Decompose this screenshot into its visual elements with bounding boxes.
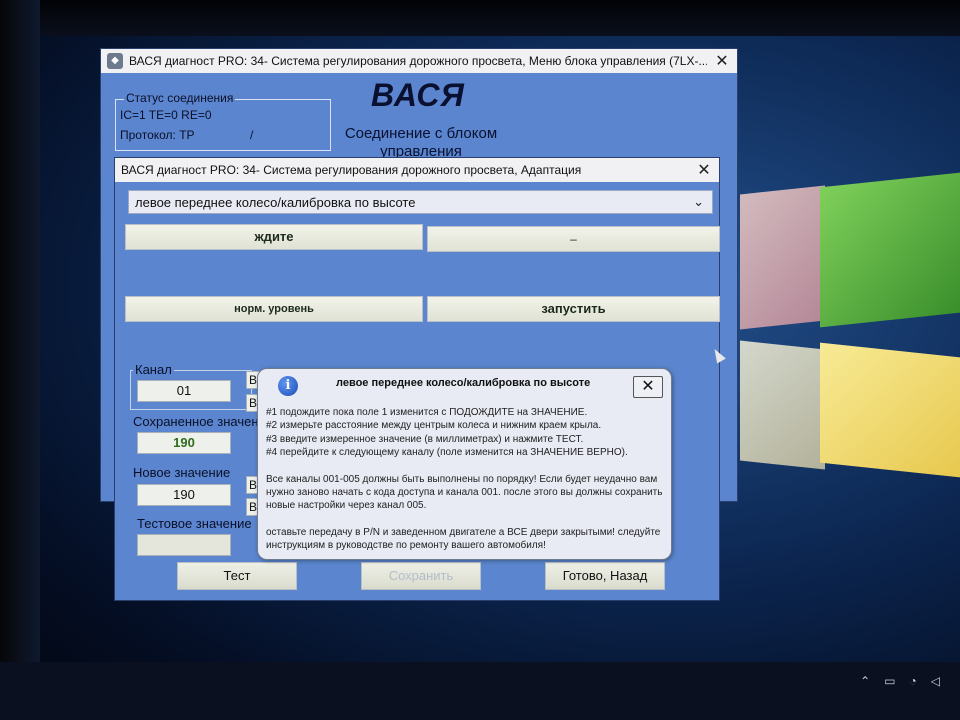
save-button[interactable]: Сохранить [361, 562, 481, 590]
instruction-step-2: #2 измерьте расстояние между центрым кол… [266, 420, 602, 432]
channel-select[interactable]: левое переднее колесо/калибровка по высо… [128, 190, 713, 214]
taskbar: ⌃ ▭ ◔ ◁ [0, 662, 960, 720]
logo-pane [820, 342, 960, 478]
windows-logo [720, 170, 960, 478]
battery-icon[interactable]: ▭ [884, 674, 895, 688]
system-tray: ⌃ ▭ ◔ ◁ [860, 674, 940, 688]
test-value-label: Тестовое значение [137, 516, 252, 531]
adaptation-titlebar[interactable]: ВАСЯ диагност PRO: 34- Система регулиров… [115, 158, 719, 182]
instruction-step-3: #3 введите измеренное значение (в миллим… [266, 433, 584, 445]
instruction-step-4: #4 перейдите к следующему каналу (поле и… [266, 447, 628, 459]
photo-bezel-top [0, 0, 960, 36]
test-button[interactable]: Тест [177, 562, 297, 590]
status-field-left: ждите [125, 224, 423, 250]
new-value-input[interactable]: 190 [137, 484, 231, 506]
start-button[interactable]: запустить [427, 296, 720, 322]
info-message-box: i левое переднее колесо/калибровка по вы… [257, 368, 672, 560]
message-title: левое переднее колесо/калибровка по высо… [336, 377, 591, 389]
connection-counters: IC=1 TE=0 RE=0 [120, 108, 212, 122]
adaptation-window-title: ВАСЯ диагност PRO: 34- Система регулиров… [121, 163, 582, 177]
main-titlebar[interactable]: ◆ ВАСЯ диагност PRO: 34- Система регулир… [101, 49, 737, 73]
message-body: #1 подождите пока поле 1 изменится с ПОД… [266, 406, 666, 566]
stored-value-label: Сохраненное значение [133, 414, 274, 429]
logo-pane [740, 340, 825, 470]
network-icon[interactable]: ◔ [910, 674, 917, 688]
chevron-up-icon[interactable]: ⌃ [860, 674, 870, 688]
protocol-label: Протокол: TP [120, 128, 195, 142]
stored-value: 190 [137, 432, 231, 454]
photo-bezel-left [0, 0, 40, 720]
safety-note: оставьте передачу в P/N и заведенном дви… [266, 526, 661, 552]
connection-text: Соединение с блоком управления [344, 125, 498, 160]
activity-indicator: / [250, 128, 254, 142]
channels-note: Все каналы 001-005 должны быть выполнены… [266, 473, 663, 512]
close-icon[interactable]: ✕ [633, 376, 663, 398]
main-window-title: ВАСЯ диагност PRO: 34- Система регулиров… [129, 54, 707, 68]
connection-status-legend: Статус соединения [124, 91, 236, 105]
app-icon: ◆ [107, 53, 123, 69]
channel-label: Канал [133, 362, 174, 377]
chevron-down-icon[interactable]: ⌄ [693, 194, 704, 210]
logo-pane [820, 172, 960, 328]
channel-input[interactable]: 01 [137, 380, 231, 402]
norm-level-button[interactable]: норм. уровень [125, 296, 423, 322]
info-icon: i [278, 376, 298, 396]
new-value-label: Новое значение [133, 465, 231, 480]
status-field-right: – [427, 226, 720, 252]
volume-icon[interactable]: ◁ [931, 674, 940, 688]
brand-logo: ВАСЯ [371, 77, 465, 113]
channel-select-value: левое переднее колесо/калибровка по высо… [135, 194, 416, 210]
instruction-step-1: #1 подождите пока поле 1 изменится с ПОД… [266, 407, 588, 418]
close-icon[interactable]: ✕ [689, 160, 719, 180]
test-value-field [137, 534, 231, 556]
done-back-button[interactable]: Готово, Назад [545, 562, 665, 590]
close-icon[interactable]: ✕ [707, 51, 737, 71]
logo-pane [740, 185, 825, 330]
connection-status-group: Статус соединения IC=1 TE=0 RE=0 Протоко… [115, 91, 331, 151]
